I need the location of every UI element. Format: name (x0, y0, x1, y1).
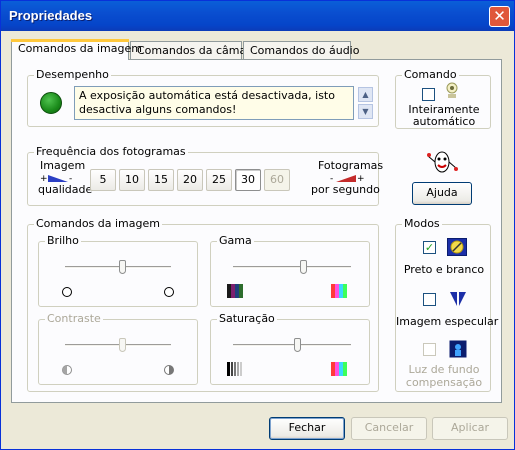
quality-label-bottom: qualidade (38, 183, 93, 196)
tab-label: Comandos do áudio (250, 44, 360, 57)
frequencia-legend: Frequência dos fotogramas (34, 145, 188, 158)
fps-option-60[interactable]: 60 (264, 169, 290, 191)
saturacao-group: Saturação (210, 312, 370, 385)
gama-slider-thumb[interactable] (299, 260, 307, 274)
fps-option-30[interactable]: 30 (235, 169, 261, 191)
title-bar[interactable]: Propriedades ✕ (1, 1, 514, 31)
fps-label-top: Fotogramas (318, 159, 384, 172)
tab-comandos-audio[interactable]: Comandos do áudio (243, 41, 359, 59)
tab-comandos-camara[interactable]: Comandos da câmara (130, 41, 258, 59)
brilho-slider-thumb[interactable] (119, 260, 127, 274)
luz-fundo-checkbox[interactable] (423, 343, 436, 356)
image-controls-legend: Comandos da imagem (34, 217, 162, 230)
svg-text:-: - (69, 174, 72, 183)
auto-checkbox[interactable] (422, 88, 435, 101)
tab-label: Comandos da imagem (18, 42, 142, 55)
close-button[interactable]: Fechar (269, 417, 345, 440)
webcam-icon (446, 82, 458, 98)
fps-option-20[interactable]: 20 (177, 169, 203, 191)
frequencia-group: Frequência dos fotogramas Imagem + - qua… (27, 145, 383, 206)
contraste-group: Contraste (38, 312, 198, 385)
gama-group: Gama (210, 234, 370, 307)
comando-legend: Comando (402, 68, 459, 81)
svg-text:+: + (40, 174, 48, 183)
contraste-slider-track (65, 344, 171, 347)
contraste-max-icon (164, 365, 174, 375)
contraste-min-icon (62, 365, 72, 375)
imagem-especular-checkbox[interactable] (423, 293, 436, 306)
apply-button[interactable]: Aplicar (432, 417, 508, 440)
saturacao-slider-track (233, 344, 351, 347)
tab-comandos-imagem[interactable]: Comandos da imagem (11, 39, 142, 60)
fps-selector: 5 10 15 20 25 30 60 (90, 169, 300, 191)
contraste-label: Contraste (45, 312, 103, 325)
gama-max-icon (331, 284, 347, 298)
comando-group: Comando Inteiramente automático (395, 68, 491, 129)
svg-text:-: - (330, 174, 333, 183)
backlight-mode-icon (449, 340, 467, 358)
brilho-max-icon (164, 287, 174, 297)
svg-text:+: + (357, 174, 364, 183)
help-button[interactable]: Ajuda (412, 182, 472, 205)
desempenho-group: Desempenho A exposição automática está d… (27, 68, 379, 127)
help-mascot-icon (427, 151, 458, 173)
quality-wedge-icon: + - (40, 174, 72, 183)
status-led-icon (40, 92, 62, 114)
bw-mode-icon (447, 238, 467, 256)
gama-slider-track (233, 266, 351, 269)
fps-option-25[interactable]: 25 (206, 169, 232, 191)
fps-label-bottom: por segundo (311, 183, 380, 196)
cancel-button[interactable]: Cancelar (351, 417, 427, 440)
gama-min-icon (227, 284, 243, 298)
fps-wedge-icon: - + (330, 174, 364, 183)
tab-label: Comandos da câmara (137, 44, 258, 57)
saturacao-slider-thumb[interactable] (293, 338, 301, 352)
status-message: A exposição automática está desactivada,… (74, 86, 354, 120)
gama-label: Gama (217, 234, 254, 247)
saturacao-min-icon (227, 362, 242, 376)
image-controls-group: Comandos da imagem Brilho Gama Contraste… (27, 217, 379, 392)
mirror-mode-icon (450, 292, 466, 306)
imagem-especular-label: Imagem especular (396, 315, 499, 328)
fps-option-15[interactable]: 15 (148, 169, 174, 191)
modos-legend: Modos (402, 217, 442, 230)
tab-panel: Desempenho A exposição automática está d… (11, 59, 502, 403)
quality-label-top: Imagem (40, 159, 86, 172)
desempenho-legend: Desempenho (34, 68, 111, 81)
brilho-slider-track (65, 266, 171, 269)
brilho-label: Brilho (45, 234, 81, 247)
window-title: Propriedades (9, 8, 93, 23)
saturacao-label: Saturação (217, 312, 277, 325)
contraste-slider-thumb[interactable] (119, 338, 127, 352)
brilho-group: Brilho (38, 234, 198, 307)
brilho-min-icon (62, 287, 72, 297)
auto-checkbox-label: Inteiramente automático (408, 103, 480, 128)
modos-group: Modos ✓ Preto e branco Imagem especular … (395, 217, 499, 392)
close-icon[interactable]: ✕ (489, 6, 510, 27)
fps-option-5[interactable]: 5 (90, 169, 116, 191)
preto-branco-label: Preto e branco (403, 263, 485, 276)
scroll-down-icon[interactable]: ▼ (358, 104, 373, 119)
properties-dialog: Propriedades ✕ Comandos da imagem Comand… (0, 0, 515, 450)
fps-option-10[interactable]: 10 (119, 169, 145, 191)
scroll-up-icon[interactable]: ▲ (358, 87, 373, 102)
saturacao-max-icon (331, 362, 347, 376)
luz-fundo-label: Luz de fundo compensação (405, 363, 483, 389)
preto-branco-checkbox[interactable]: ✓ (423, 241, 436, 254)
